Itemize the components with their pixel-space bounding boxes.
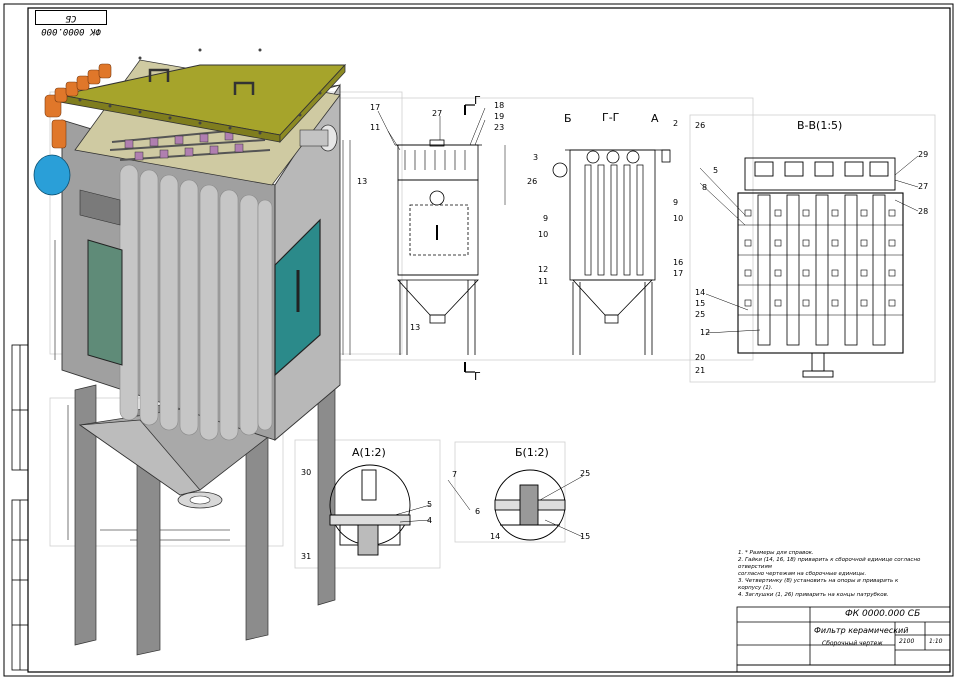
document-type: Сборочный чертеж xyxy=(822,640,883,647)
note-line: 1. * Размеры для справок. xyxy=(738,550,814,556)
leader-lines xyxy=(377,107,919,538)
corner-stamp: ФК 0000.000 СБ xyxy=(35,10,107,36)
callout: 4 xyxy=(427,516,433,525)
callout: 25 xyxy=(695,310,706,319)
drawing-sheet: ФК 0000.000 СБ Г-Г Б А В-В(1:5) А(1:2) Б… xyxy=(0,0,957,680)
callout: 29 xyxy=(918,150,929,159)
section-mark-b: Б xyxy=(564,112,572,125)
callout: 17 xyxy=(370,103,381,112)
note-line: корпусу (1). xyxy=(738,585,773,591)
filter-tubes xyxy=(119,164,273,441)
callout: 3 xyxy=(533,153,539,162)
section-gg-title: Г-Г xyxy=(602,111,620,124)
callout: 31 xyxy=(301,552,312,561)
callout: 27 xyxy=(918,182,929,191)
callout: 7 xyxy=(452,470,458,479)
callout: 28 xyxy=(918,207,929,216)
callout: 13 xyxy=(357,177,368,186)
left-side-strip xyxy=(11,344,29,671)
mass-value: 2100 xyxy=(899,638,915,645)
callout: 10 xyxy=(673,214,684,223)
section-gg-drawing xyxy=(552,149,671,355)
callout: 5 xyxy=(427,500,433,509)
corner-stamp-text: ФК 0000.000 СБ xyxy=(41,13,101,36)
blue-tank xyxy=(33,154,71,196)
document-code: ФК 0000.000 СБ xyxy=(845,609,921,619)
note-line: 2. Гайки (14, 16, 18) приварить к сбороч… xyxy=(738,557,921,570)
callout: 14 xyxy=(695,288,706,297)
note-line: 3. Четвертинку (8) установить на опоры и… xyxy=(738,578,899,584)
callout: 11 xyxy=(538,277,549,286)
callout: 12 xyxy=(538,265,549,274)
callout: 15 xyxy=(580,532,591,541)
callout: 9 xyxy=(543,214,549,223)
cut-mark-g-top: Г xyxy=(474,94,481,107)
filter-3d-model xyxy=(33,48,347,656)
callout: 19 xyxy=(494,112,505,121)
callout: 17 xyxy=(673,269,684,278)
callout: 13 xyxy=(410,323,421,332)
callout: 9 xyxy=(673,198,679,207)
callout: 15 xyxy=(695,299,706,308)
callout: 16 xyxy=(673,258,684,267)
callout: 26 xyxy=(527,177,538,186)
callout: 20 xyxy=(695,353,706,362)
scale-value: 1:10 xyxy=(929,638,943,645)
detail-a-title: А(1:2) xyxy=(352,446,386,459)
callout: 14 xyxy=(490,532,501,541)
callout: 27 xyxy=(432,109,443,118)
callout: 6 xyxy=(475,507,481,516)
callout: 18 xyxy=(494,101,505,110)
note-line: согласно чертежам на сборочные единицы. xyxy=(738,571,867,577)
callout: 5 xyxy=(713,166,719,175)
callout: 23 xyxy=(494,123,505,132)
technical-notes: 1. * Размеры для справок. 2. Гайки (14, … xyxy=(738,550,948,599)
callout: 8 xyxy=(702,183,708,192)
product-name: Фильтр керамический xyxy=(814,626,909,635)
callout: 10 xyxy=(538,230,549,239)
callout: 12 xyxy=(700,328,711,337)
callout: 26 xyxy=(695,121,706,130)
callout: 25 xyxy=(580,469,591,478)
callout: 21 xyxy=(695,366,706,375)
callout: 11 xyxy=(370,123,381,132)
callout: 2 xyxy=(673,119,679,128)
section-vv-drawing xyxy=(737,157,904,378)
detail-a-drawing xyxy=(329,464,411,556)
cut-mark-g-bottom: Г xyxy=(474,370,481,383)
callout: 30 xyxy=(301,468,312,477)
section-vv-title: В-В(1:5) xyxy=(797,119,843,132)
detail-b-drawing xyxy=(494,469,566,541)
detail-b-title: Б(1:2) xyxy=(515,446,549,459)
section-mark-a: А xyxy=(651,112,659,125)
note-line: 4. Заглушки (1, 26) приварить на концы п… xyxy=(738,592,889,598)
